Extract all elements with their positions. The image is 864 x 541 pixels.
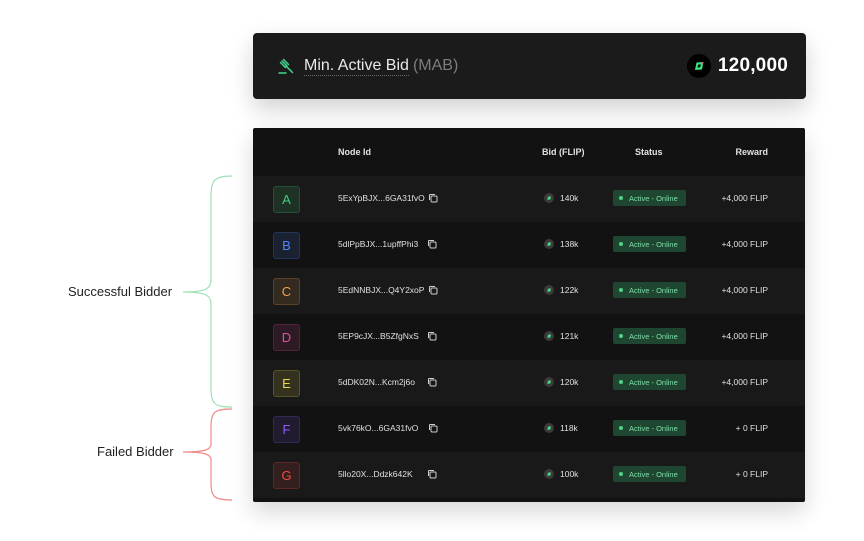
status-dot-icon	[619, 334, 623, 338]
reward-value: + 0 FLIP	[735, 469, 768, 479]
bidder-letter-badge: C	[273, 278, 300, 305]
failed-bidder-label: Failed Bidder	[97, 444, 174, 459]
copy-icon[interactable]	[427, 239, 437, 249]
copy-icon[interactable]	[427, 377, 437, 387]
status-text: Active - Online	[629, 377, 678, 387]
status-badge: Active - Online	[613, 328, 686, 344]
status-dot-icon	[619, 196, 623, 200]
bidder-letter-badge: D	[273, 324, 300, 351]
status-badge: Active - Online	[613, 466, 686, 482]
status-badge: Active - Online	[613, 236, 686, 252]
mab-abbr: (MAB)	[412, 57, 459, 74]
copy-icon[interactable]	[427, 469, 437, 479]
successful-bidder-label: Successful Bidder	[68, 284, 173, 299]
node-id: 5vk76kO...6GA31fvO	[338, 423, 419, 433]
header-bid: Bid (FLIP)	[542, 147, 585, 157]
reward-value: +4,000 FLIP	[721, 331, 768, 341]
status-badge: Active - Online	[613, 282, 686, 298]
table-row: C 5EdNNBJX...Q4Y2xoP 122k Active - Onlin…	[253, 268, 805, 314]
status-dot-icon	[619, 380, 623, 384]
bidder-letter-badge: G	[273, 462, 300, 489]
table-row: G 5llo20X...Ddzk642K 100k Active - Onlin…	[253, 452, 805, 498]
successful-bracket	[182, 175, 233, 408]
mab-value: 120,000	[717, 55, 788, 76]
status-text: Active - Online	[629, 331, 678, 341]
reward-value: + 0 FLIP	[735, 423, 768, 433]
mab-title: Min. Active Bid (MAB)	[304, 57, 459, 76]
bidder-letter-badge: E	[273, 370, 300, 397]
table-row: A 5ExYpBJX...6GA31fvO 140k Active - Onli…	[253, 176, 805, 222]
flip-coin-icon	[544, 423, 554, 433]
copy-icon[interactable]	[428, 193, 438, 203]
reward-value: +4,000 FLIP	[721, 377, 768, 387]
status-badge: Active - Online	[613, 420, 686, 436]
header-status: Status	[635, 147, 663, 157]
status-dot-icon	[619, 288, 623, 292]
table-row: F 5vk76kO...6GA31fvO 118k Active - Onlin…	[253, 406, 805, 452]
reward-value: +4,000 FLIP	[721, 193, 768, 203]
status-dot-icon	[619, 242, 623, 246]
copy-icon[interactable]	[428, 285, 438, 295]
table-row: E 5dDK02N...Kcm2j6o 120k Active - Online…	[253, 360, 805, 406]
status-badge: Active - Online	[613, 190, 686, 206]
node-id: 5dlPpBJX...1upffPhi3	[338, 239, 419, 249]
table-row: B 5dlPpBJX...1upffPhi3 138k Active - Onl…	[253, 222, 805, 268]
status-dot-icon	[619, 426, 623, 430]
status-dot-icon	[619, 472, 623, 476]
gavel-icon	[278, 58, 294, 74]
failed-bracket	[182, 408, 233, 501]
bidder-letter-badge: B	[273, 232, 300, 259]
flip-coin-icon	[544, 331, 554, 341]
header-node-id: Node Id	[338, 147, 371, 157]
bid-value: 118k	[560, 423, 578, 433]
flip-coin-icon	[544, 239, 554, 249]
bidders-table: Node Id Bid (FLIP) Status Reward A 5ExYp…	[253, 128, 805, 502]
copy-icon[interactable]	[427, 331, 437, 341]
status-text: Active - Online	[629, 193, 678, 203]
mab-label[interactable]: Min. Active Bid	[304, 57, 409, 76]
node-id: 5EP9cJX...B5ZfgNxS	[338, 331, 419, 341]
status-text: Active - Online	[629, 423, 678, 433]
status-text: Active - Online	[629, 285, 678, 295]
reward-value: +4,000 FLIP	[721, 239, 768, 249]
bidder-letter-badge: A	[273, 186, 300, 213]
flip-coin-icon	[544, 285, 554, 295]
bidder-letter-badge: F	[273, 416, 300, 443]
header-reward: Reward	[735, 147, 768, 157]
copy-icon[interactable]	[428, 423, 438, 433]
node-id: 5EdNNBJX...Q4Y2xoP	[338, 285, 425, 295]
table-row: D 5EP9cJX...B5ZfgNxS 121k Active - Onlin…	[253, 314, 805, 360]
flip-coin-icon	[544, 469, 554, 479]
flip-coin-icon	[544, 193, 554, 203]
bid-value: 140k	[560, 193, 579, 203]
flip-coin-icon	[686, 54, 711, 78]
reward-value: +4,000 FLIP	[721, 285, 768, 295]
min-active-bid-card: Min. Active Bid (MAB) 120,000	[253, 33, 806, 99]
bid-value: 100k	[560, 469, 579, 479]
bid-value: 121k	[560, 331, 579, 341]
bid-value: 120k	[560, 377, 579, 387]
status-text: Active - Online	[629, 469, 678, 479]
status-badge: Active - Online	[613, 374, 686, 390]
bid-value: 138k	[560, 239, 579, 249]
flip-coin-icon	[544, 377, 554, 387]
table-header: Node Id Bid (FLIP) Status Reward	[253, 128, 805, 176]
status-text: Active - Online	[629, 239, 678, 249]
node-id: 5llo20X...Ddzk642K	[338, 469, 413, 479]
bid-value: 122k	[560, 285, 579, 295]
node-id: 5dDK02N...Kcm2j6o	[338, 377, 416, 387]
node-id: 5ExYpBJX...6GA31fvO	[338, 193, 425, 203]
